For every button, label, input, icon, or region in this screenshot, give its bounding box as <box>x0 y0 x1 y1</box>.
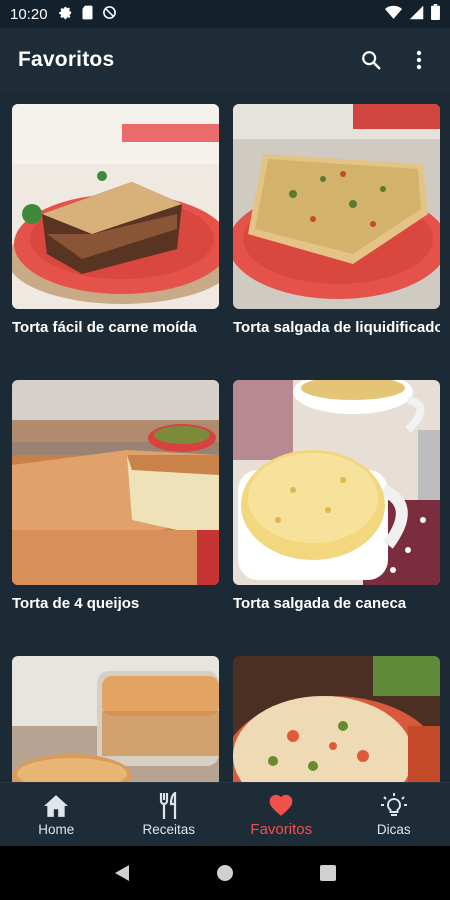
recipe-image <box>233 380 440 585</box>
status-time: 10:20 <box>10 5 48 23</box>
favorites-list[interactable]: Torta fácil de carne moída Torta salgada… <box>0 92 450 782</box>
recipe-card[interactable] <box>233 656 440 782</box>
recents-square-icon <box>320 865 337 881</box>
nav-label: Home <box>38 822 75 837</box>
nav-label: Receitas <box>142 822 196 837</box>
nav-item-home[interactable]: Home <box>0 783 113 846</box>
recipe-image <box>12 656 219 782</box>
more-vert-icon <box>416 50 422 70</box>
app-bar: Favoritos <box>0 28 450 92</box>
search-button[interactable] <box>358 47 384 73</box>
recipe-image <box>233 104 440 309</box>
more-options-button[interactable] <box>406 47 432 73</box>
gear-icon <box>58 5 73 24</box>
back-button[interactable] <box>107 858 137 888</box>
signal-icon <box>409 5 424 24</box>
system-navigation-bar <box>0 846 450 900</box>
no-data-icon <box>102 5 117 24</box>
back-triangle-icon <box>114 865 129 881</box>
recipe-title: Torta salgada de liquidificador <box>233 319 440 336</box>
recipe-card[interactable] <box>12 656 219 782</box>
recipe-card[interactable]: Torta de 4 queijos <box>12 380 219 656</box>
recipe-title: Torta de 4 queijos <box>12 595 140 612</box>
status-bar: 10:20 <box>0 0 450 28</box>
recipe-card[interactable]: Torta fácil de carne moída <box>12 104 219 380</box>
recipe-image <box>12 104 219 309</box>
wifi-icon <box>385 5 402 24</box>
nav-label: Dicas <box>376 822 411 837</box>
nav-item-receitas[interactable]: Receitas <box>113 783 226 846</box>
battery-icon <box>431 4 440 24</box>
recipe-card[interactable]: Torta salgada de caneca <box>233 380 440 656</box>
bottom-navigation: Home Receitas Favoritos Dicas <box>0 782 450 846</box>
heart-icon <box>268 791 294 819</box>
lightbulb-icon <box>380 792 408 820</box>
search-icon <box>362 51 381 70</box>
recipe-card[interactable]: Torta salgada de liquidificador <box>233 104 440 380</box>
nav-item-favoritos[interactable]: Favoritos <box>225 783 338 846</box>
nav-label: Favoritos <box>250 821 313 838</box>
recipe-image <box>233 656 440 782</box>
nav-item-dicas[interactable]: Dicas <box>338 783 450 846</box>
home-circle-icon <box>216 865 233 881</box>
home-icon <box>43 792 69 820</box>
recents-button[interactable] <box>313 858 343 888</box>
recipe-title: Torta salgada de caneca <box>233 595 407 612</box>
sim-card-icon <box>81 5 94 24</box>
recipe-image <box>12 380 219 585</box>
page-title: Favoritos <box>18 48 115 71</box>
recipe-title: Torta fácil de carne moída <box>12 319 197 336</box>
home-system-button[interactable] <box>210 858 240 888</box>
utensils-icon <box>158 792 180 820</box>
